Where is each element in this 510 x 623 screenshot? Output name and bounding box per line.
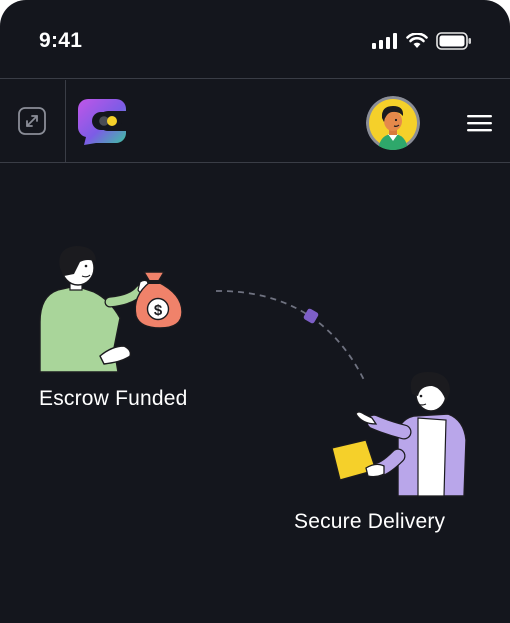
- person-delivering-package-illustration: [355, 372, 467, 497]
- signal-icon: [372, 33, 397, 49]
- step-label-escrow-funded: Escrow Funded: [39, 387, 188, 410]
- status-bar: 9:41: [0, 0, 510, 78]
- menu-button[interactable]: [467, 113, 493, 133]
- avatar-illustration: [366, 96, 420, 150]
- package-icon: [331, 439, 385, 481]
- escrow-flow-scene: $ Escrow Funded Secure Delivery: [0, 163, 510, 623]
- phone-screen: 9:41 $ Escrow Funded Secure Delivery: [0, 0, 510, 623]
- svg-text:$: $: [154, 302, 163, 319]
- user-avatar[interactable]: [366, 96, 420, 150]
- logo-icon: [77, 99, 126, 145]
- status-time: 9:41: [39, 29, 83, 52]
- status-icons: [372, 32, 472, 50]
- hamburger-menu-icon: [467, 115, 492, 132]
- top-divider: [0, 78, 510, 79]
- expand-icon: [18, 107, 46, 135]
- app-bar: [0, 80, 510, 162]
- expand-button[interactable]: [18, 107, 46, 135]
- app-bar-divider: [65, 80, 66, 162]
- battery-icon: [436, 32, 471, 50]
- person-holding-money-illustration: [39, 246, 151, 373]
- app-logo[interactable]: [77, 97, 126, 145]
- flow-connector-line: [215, 290, 366, 383]
- flow-connector-marker: [303, 308, 319, 324]
- wifi-icon: [406, 33, 428, 48]
- step-label-secure-delivery: Secure Delivery: [294, 510, 446, 533]
